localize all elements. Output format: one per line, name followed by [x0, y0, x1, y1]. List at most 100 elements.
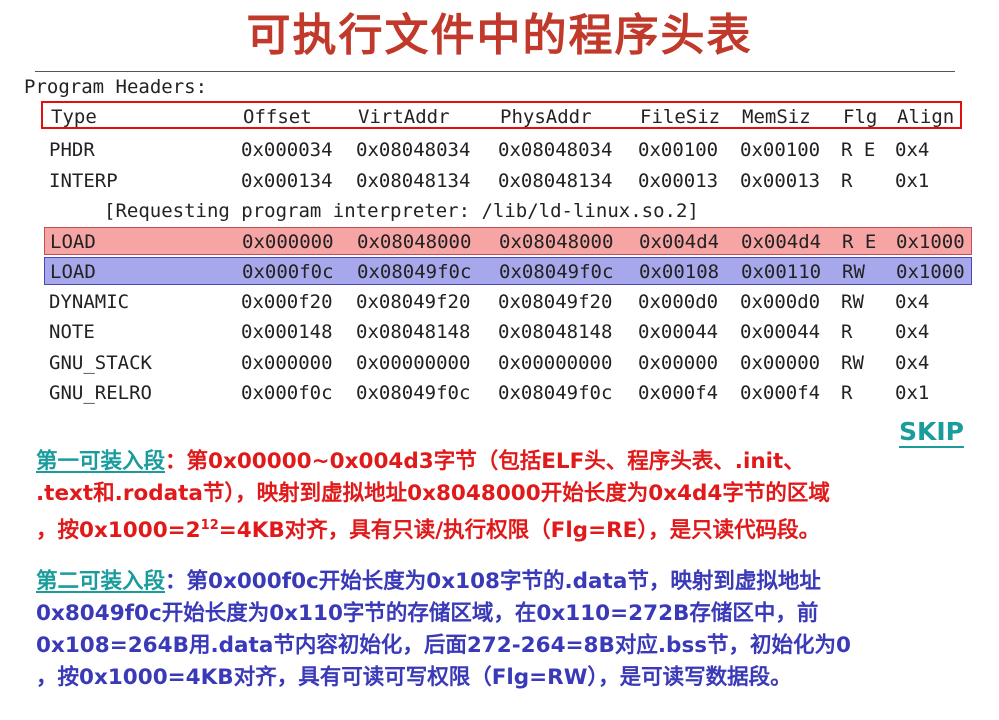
cell-physaddr: 0x08049f20 [498, 291, 613, 313]
cell-physaddr: 0x08048034 [498, 139, 613, 161]
cell-filesiz: 0x00000 [638, 352, 719, 374]
para2-line3: 0x108=264B用.data节内容初始化，后面272-264=8B对应.bs… [36, 633, 851, 658]
cell-flg: R [841, 382, 853, 404]
para2-line1-text: ：第0x000f0c开始长度为0x108字节的.data节，映射到虚拟地址 [165, 569, 821, 594]
second-loadable-segment-paragraph: 第二可装入段：第0x000f0c开始长度为0x108字节的.data节，映射到虚… [36, 566, 976, 694]
cell-flg: R E [842, 231, 877, 253]
cell-virtaddr: 0x08049f0c [356, 382, 471, 404]
cell-filesiz: 0x000f4 [638, 382, 719, 404]
cell-offset: 0x000f0c [241, 382, 333, 404]
cell-filesiz: 0x00100 [638, 139, 719, 161]
cell-memsiz: 0x00110 [741, 261, 822, 283]
para1-line3: ，按0x1000=212=4KB对齐，具有只读/执行权限（Flg=RE），是只读… [36, 510, 976, 547]
cell-virtaddr: 0x08048034 [356, 139, 471, 161]
cell-physaddr: 0x00000000 [498, 352, 613, 374]
cell-virtaddr: 0x00000000 [356, 352, 471, 374]
interpreter-note: [Requesting program interpreter: /lib/ld… [104, 200, 699, 222]
col-header-memsiz: MemSiz [742, 106, 811, 128]
cell-type: INTERP [49, 170, 118, 192]
program-headers-label: Program Headers: [24, 76, 208, 98]
cell-align: 0x4 [895, 321, 930, 343]
cell-physaddr: 0x08049f0c [499, 261, 614, 283]
col-header-virtaddr: VirtAddr [358, 106, 450, 128]
cell-memsiz: 0x004d4 [741, 231, 822, 253]
table-header-row: Type Offset VirtAddr PhysAddr FileSiz Me… [41, 101, 962, 129]
skip-link[interactable]: SKIP [899, 418, 965, 448]
cell-virtaddr: 0x08048000 [357, 231, 472, 253]
cell-type: GNU_RELRO [49, 382, 152, 404]
cell-physaddr: 0x08048000 [499, 231, 614, 253]
col-header-physaddr: PhysAddr [500, 106, 592, 128]
cell-physaddr: 0x08048134 [498, 170, 613, 192]
table-row: NOTE 0x000148 0x08048148 0x08048148 0x00… [44, 318, 972, 346]
table-row-load-code: LOAD 0x000000 0x08048000 0x08048000 0x00… [44, 227, 972, 255]
para1-line1-text: ：第0x00000~0x004d3字节（包括ELF头、程序头表、.init、 [165, 449, 805, 474]
cell-memsiz: 0x000d0 [740, 291, 821, 313]
cell-filesiz: 0x00013 [638, 170, 719, 192]
cell-offset: 0x000034 [241, 139, 333, 161]
para1-line2: .text和.rodata节），映射到虚拟地址0x8048000开始长度为0x4… [36, 481, 830, 506]
cell-offset: 0x000134 [241, 170, 333, 192]
cell-flg: RW [841, 352, 864, 374]
col-header-offset: Offset [243, 106, 312, 128]
cell-offset: 0x000000 [241, 352, 333, 374]
para2-line2: 0x8049f0c开始长度为0x110字节的存储区域，在0x110=272B存储… [36, 601, 819, 626]
para1-exponent: 12 [200, 518, 219, 533]
cell-offset: 0x000f20 [241, 291, 333, 313]
cell-align: 0x4 [895, 139, 930, 161]
cell-virtaddr: 0x08048148 [356, 321, 471, 343]
cell-offset: 0x000148 [241, 321, 333, 343]
table-row: PHDR 0x000034 0x08048034 0x08048034 0x00… [44, 136, 972, 164]
cell-type: LOAD [50, 231, 96, 253]
cell-physaddr: 0x08049f0c [498, 382, 613, 404]
para1-lead: 第一可装入段 [36, 449, 166, 474]
para2-line1: 第二可装入段：第0x000f0c开始长度为0x108字节的.data节，映射到虚… [36, 566, 976, 598]
cell-filesiz: 0x000d0 [638, 291, 719, 313]
cell-type: LOAD [50, 261, 96, 283]
cell-type: DYNAMIC [49, 291, 130, 313]
title-divider [35, 71, 955, 72]
table-row: INTERP 0x000134 0x08048134 0x08048134 0x… [44, 167, 972, 195]
cell-type: PHDR [49, 139, 95, 161]
cell-offset: 0x000000 [242, 231, 334, 253]
page-title: 可执行文件中的程序头表 [246, 10, 753, 61]
cell-filesiz: 0x00108 [639, 261, 720, 283]
first-loadable-segment-paragraph: 第一可装入段：第0x00000~0x004d3字节（包括ELF头、程序头表、.i… [36, 446, 976, 547]
cell-flg: R [841, 170, 853, 192]
cell-filesiz: 0x00044 [638, 321, 719, 343]
cell-align: 0x1 [895, 170, 930, 192]
cell-type: GNU_STACK [49, 352, 152, 374]
cell-align: 0x1 [895, 382, 930, 404]
cell-align: 0x1000 [896, 231, 965, 253]
cell-memsiz: 0x00013 [740, 170, 821, 192]
cell-memsiz: 0x000f4 [740, 382, 821, 404]
table-row: GNU_RELRO 0x000f0c 0x08049f0c 0x08049f0c… [44, 379, 972, 407]
para1-line3-b: =4KB对齐，具有只读/执行权限（Flg=RE），是只读代码段。 [218, 518, 821, 544]
cell-filesiz: 0x004d4 [639, 231, 720, 253]
table-row: DYNAMIC 0x000f20 0x08049f20 0x08049f20 0… [44, 288, 972, 316]
table-row: GNU_STACK 0x000000 0x00000000 0x00000000… [44, 349, 972, 377]
cell-align: 0x4 [895, 291, 930, 313]
para1-line1: 第一可装入段：第0x00000~0x004d3字节（包括ELF头、程序头表、.i… [36, 446, 976, 478]
cell-flg: R [841, 321, 853, 343]
cell-virtaddr: 0x08049f20 [356, 291, 471, 313]
cell-virtaddr: 0x08048134 [356, 170, 471, 192]
cell-memsiz: 0x00100 [740, 139, 821, 161]
para2-line4: ，按0x1000=4KB对齐，具有可读可写权限（Flg=RW），是可读写数据段。 [36, 665, 792, 690]
cell-align: 0x1000 [896, 261, 965, 283]
cell-memsiz: 0x00000 [740, 352, 821, 374]
cell-flg: R E [841, 139, 876, 161]
col-header-align: Align [897, 106, 955, 128]
para1-line3-a: ，按0x1000=2 [36, 518, 201, 544]
para2-lead: 第二可装入段 [36, 569, 166, 594]
cell-virtaddr: 0x08049f0c [357, 261, 472, 283]
col-header-type: Type [51, 106, 97, 128]
cell-physaddr: 0x08048148 [498, 321, 613, 343]
cell-align: 0x4 [895, 352, 930, 374]
col-header-flg: Flg [843, 106, 878, 128]
cell-flg: RW [841, 291, 864, 313]
cell-memsiz: 0x00044 [740, 321, 821, 343]
cell-type: NOTE [49, 321, 95, 343]
cell-flg: RW [842, 261, 865, 283]
cell-offset: 0x000f0c [242, 261, 334, 283]
